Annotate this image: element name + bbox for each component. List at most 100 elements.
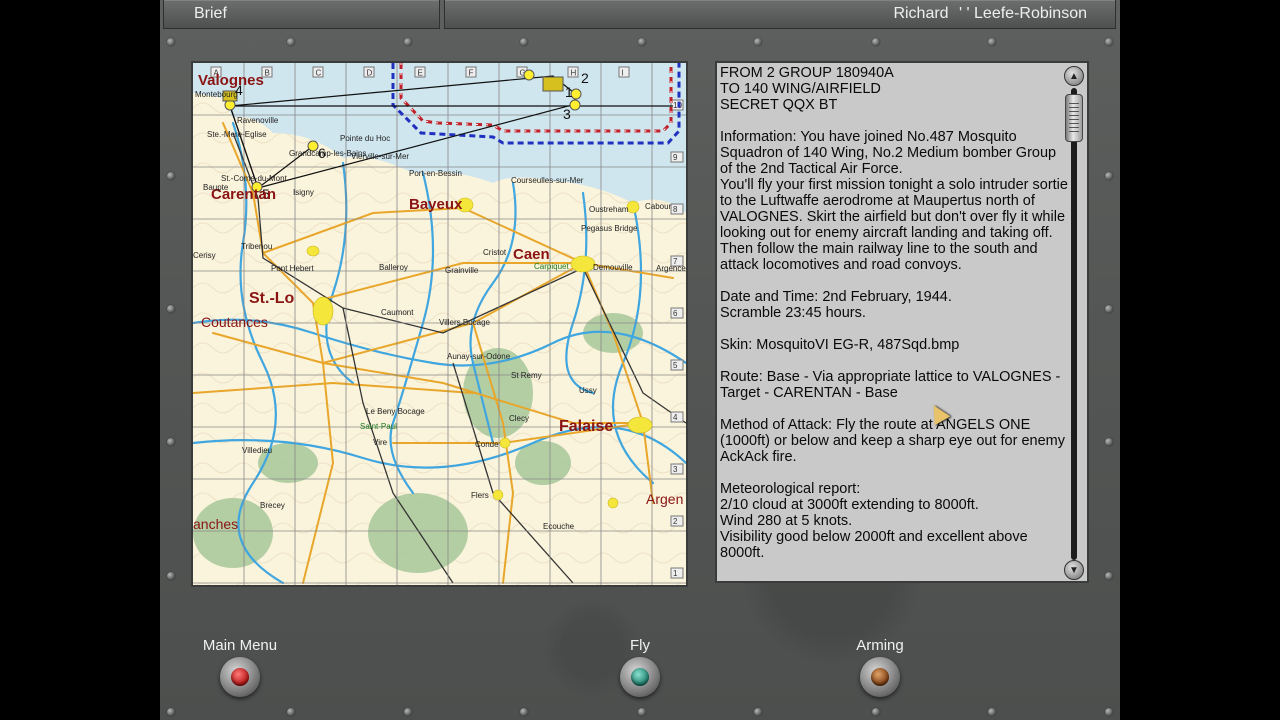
svg-text:Grainville: Grainville — [445, 266, 479, 275]
svg-text:Brecey: Brecey — [260, 501, 285, 510]
green-lamp-icon — [631, 668, 649, 686]
svg-text:Courseulles-sur-Mer: Courseulles-sur-Mer — [511, 176, 584, 185]
brief-method: Method of Attack: Fly the route at ANGEL… — [720, 417, 1065, 465]
rivet — [167, 172, 175, 180]
brief-meteo: Meteorological report: 2/10 cloud at 300… — [720, 481, 1028, 561]
rivet — [167, 305, 175, 313]
grid-row-label: 3 — [673, 465, 678, 474]
svg-text:Cerisy: Cerisy — [193, 251, 216, 260]
rivet — [404, 38, 412, 46]
svg-text:Flers: Flers — [471, 491, 489, 500]
screen-title-tab: Brief — [163, 0, 440, 29]
svg-text:Isigny: Isigny — [293, 188, 314, 197]
fly-button[interactable] — [620, 657, 660, 697]
scroll-thumb[interactable] — [1065, 94, 1083, 142]
map-canvas[interactable]: ABCDEFGHI 10987654321 2 3 1 4 5 6 Valogn… — [193, 63, 686, 585]
svg-text:Tribenou: Tribenou — [241, 242, 272, 251]
rivet — [1105, 38, 1113, 46]
grid-column-tag — [618, 66, 630, 78]
scroll-up-button[interactable]: ▲ — [1064, 66, 1084, 86]
svg-text:St.-Lo: St.-Lo — [249, 290, 295, 307]
grid-row-label: 2 — [673, 517, 678, 526]
rivet — [872, 38, 880, 46]
svg-text:Ussy: Ussy — [579, 386, 597, 395]
svg-text:Villers Bocage: Villers Bocage — [439, 318, 491, 327]
svg-text:St.-Come-du-Mont: St.-Come-du-Mont — [221, 174, 288, 183]
svg-text:Ste.-Mere-Eglise: Ste.-Mere-Eglise — [207, 130, 267, 139]
svg-text:Argence: Argence — [656, 264, 686, 273]
grid-column-label: F — [469, 69, 474, 78]
pilot-name-tab: Richard ' ' Leefe-Robinson — [444, 0, 1116, 29]
rivet — [988, 708, 996, 716]
rivet — [638, 38, 646, 46]
svg-text:Pointe du Hoc: Pointe du Hoc — [340, 134, 390, 143]
grid-row-label: 4 — [673, 413, 678, 422]
svg-text:St Remy: St Remy — [511, 371, 542, 380]
rivet — [167, 708, 175, 716]
brief-header: FROM 2 GROUP 180940A TO 140 WING/AIRFIEL… — [720, 65, 894, 113]
svg-text:Clecy: Clecy — [509, 414, 529, 423]
svg-text:Demouville: Demouville — [593, 263, 633, 272]
brief-text: FROM 2 GROUP 180940A TO 140 WING/AIRFIEL… — [720, 65, 1070, 579]
svg-text:anches: anches — [193, 516, 238, 532]
svg-text:Montebourg: Montebourg — [195, 90, 238, 99]
svg-text:Falaise: Falaise — [559, 418, 613, 435]
amber-lamp-icon — [871, 668, 889, 686]
pilot-first-name: Richard — [893, 5, 949, 22]
rivet — [872, 708, 880, 716]
svg-text:Cristot: Cristot — [483, 248, 507, 257]
arming-button[interactable] — [860, 657, 900, 697]
svg-text:Bayeux: Bayeux — [409, 196, 463, 213]
rivet — [1105, 438, 1113, 446]
svg-text:Villedieu: Villedieu — [242, 446, 272, 455]
svg-text:1: 1 — [565, 84, 573, 100]
grid-row-label: 1 — [673, 569, 678, 578]
grid-row-label: 5 — [673, 361, 678, 370]
svg-text:Ravenoville: Ravenoville — [237, 116, 279, 125]
svg-text:3: 3 — [563, 106, 571, 122]
svg-text:Pegasus Bridge: Pegasus Bridge — [581, 224, 638, 233]
svg-text:Cabour: Cabour — [645, 202, 672, 211]
grid-column-label: B — [265, 69, 270, 78]
grid-column-label: I — [622, 69, 624, 78]
svg-text:Aunay-sur-Odone: Aunay-sur-Odone — [447, 352, 511, 361]
rivet — [1105, 572, 1113, 580]
svg-text:Vierville-sur-Mer: Vierville-sur-Mer — [351, 152, 409, 161]
scroll-down-button[interactable]: ▼ — [1064, 560, 1084, 580]
svg-text:Argen: Argen — [646, 491, 683, 507]
main-menu-button[interactable] — [220, 657, 260, 697]
mission-map[interactable]: ABCDEFGHI 10 9 8 7 6 5 4 3 2 1 2 3 1 4 5… — [191, 61, 688, 587]
svg-text:Ecouche: Ecouche — [543, 522, 575, 531]
rivet — [520, 38, 528, 46]
grid-column-label: H — [571, 69, 577, 78]
grid-row-label: 9 — [673, 153, 678, 162]
svg-text:Coutances: Coutances — [201, 314, 268, 330]
svg-text:Carpiquet: Carpiquet — [534, 262, 569, 271]
screen-title: Brief — [194, 5, 227, 22]
rivet — [287, 38, 295, 46]
brief-date-time: Date and Time: 2nd February, 1944. Scram… — [720, 289, 952, 321]
scroll-track[interactable] — [1071, 88, 1077, 560]
svg-text:Caumont: Caumont — [381, 308, 414, 317]
svg-text:2: 2 — [581, 70, 589, 86]
brief-panel: FROM 2 GROUP 180940A TO 140 WING/AIRFIEL… — [715, 61, 1089, 583]
rivet — [988, 38, 996, 46]
svg-text:Le Beny Bocage: Le Beny Bocage — [366, 407, 425, 416]
main-menu-label: Main Menu — [202, 637, 278, 654]
svg-text:Balleroy: Balleroy — [379, 263, 408, 272]
brief-scrollbar[interactable]: ▲ ▼ — [1064, 66, 1084, 580]
rivet — [520, 708, 528, 716]
arming-label: Arming — [856, 637, 904, 654]
svg-text:Conde: Conde — [475, 440, 499, 449]
rivet — [1105, 708, 1113, 716]
red-lamp-icon — [231, 668, 249, 686]
rivet — [638, 708, 646, 716]
rivet — [754, 708, 762, 716]
svg-text:Caen: Caen — [513, 246, 550, 263]
grid-row-label: 8 — [673, 205, 678, 214]
svg-text:Vire: Vire — [373, 438, 388, 447]
svg-text:Oustreham: Oustreham — [589, 205, 629, 214]
svg-text:Port-en-Bessin: Port-en-Bessin — [409, 169, 462, 178]
rivet — [404, 708, 412, 716]
brief-information: Information: You have joined No.487 Mosq… — [720, 129, 1068, 273]
